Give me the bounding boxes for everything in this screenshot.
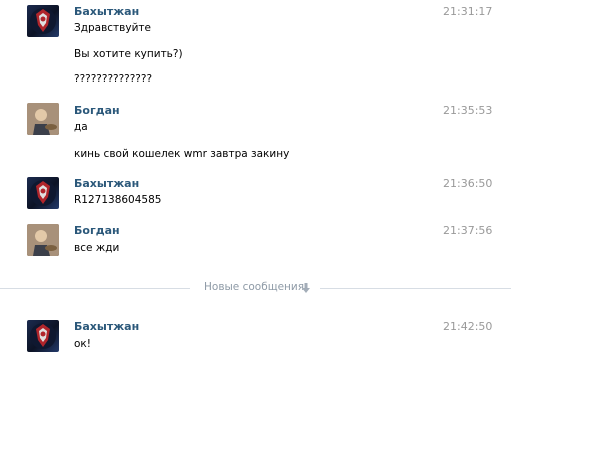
message-time[interactable]: 21:31:17: [443, 5, 492, 18]
avatar[interactable]: [27, 103, 59, 135]
message-time[interactable]: 21:42:50: [443, 320, 492, 333]
author-name[interactable]: Бахытжан: [74, 5, 139, 18]
message-text: все жди: [74, 242, 120, 254]
divider-line-left: [0, 288, 190, 289]
message-text: Здравствуйте: [74, 22, 151, 34]
message-text: ??????????????: [74, 73, 153, 85]
arrow-down-icon: [302, 283, 310, 293]
message-text: да: [74, 121, 88, 133]
message-text: ок!: [74, 338, 91, 350]
avatar[interactable]: [27, 5, 59, 37]
avatar[interactable]: [27, 320, 59, 352]
divider-label: Новые сообщения: [204, 281, 305, 293]
message-time[interactable]: 21:35:53: [443, 104, 492, 117]
avatar[interactable]: [27, 177, 59, 209]
author-name[interactable]: Бахытжан: [74, 320, 139, 333]
message-text: кинь свой кошелек wmr завтра закину: [74, 148, 290, 160]
author-name[interactable]: Бахытжан: [74, 177, 139, 190]
message-time[interactable]: 21:37:56: [443, 224, 492, 237]
avatar[interactable]: [27, 224, 59, 256]
message-text: R127138604585: [74, 194, 162, 206]
message-time[interactable]: 21:36:50: [443, 177, 492, 190]
message-text: Вы хотите купить?): [74, 48, 183, 60]
author-name[interactable]: Богдан: [74, 104, 120, 117]
author-name[interactable]: Богдан: [74, 224, 120, 237]
divider-line-right: [320, 288, 511, 289]
